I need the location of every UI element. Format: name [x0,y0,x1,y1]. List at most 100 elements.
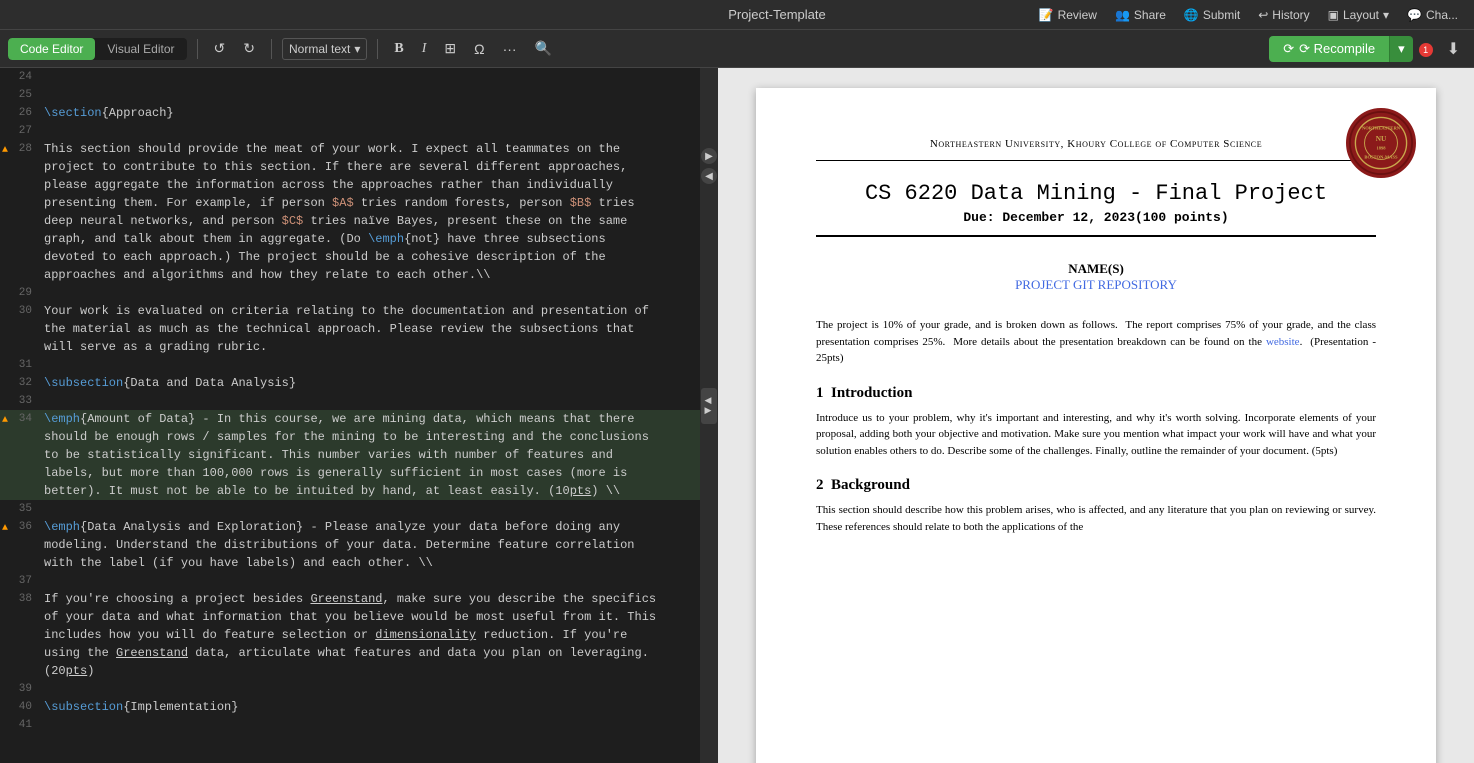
line-content: \subsection{Data and Data Analysis} [40,374,700,392]
text-style-select[interactable]: Normal text ▾ [282,38,367,60]
redo-button[interactable]: ↻ [237,36,261,61]
toolbar-separator-1 [197,39,198,59]
layout-icon: ▣ [1328,8,1339,22]
table-row: 31 [0,356,700,374]
pdf-title: CS 6220 Data Mining - Final Project [816,181,1376,206]
table-row: 27 [0,122,700,140]
table-row: ▲34 \emph{Amount of Data} - In this cour… [0,410,700,500]
expand-right-button[interactable]: ▶ [701,148,717,164]
line-number: 26 [0,104,40,122]
toolbar-separator-2 [271,39,272,59]
recompile-button[interactable]: ⟳ ⟳ Recompile [1269,36,1389,62]
website-link[interactable]: website [1266,336,1300,348]
line-content: \emph{Data Analysis and Exploration} - P… [40,518,700,572]
line-number: ▲36 [0,518,40,536]
pdf-page: NORTHEASTERN BOSTON·MASS NU 1898 Northea… [756,88,1436,763]
layout-button[interactable]: ▣ Layout ▾ [1322,6,1395,24]
editor-divider: ▶ ◀ ◀▶ [700,68,718,763]
line-number: ▲28 [0,140,40,158]
table-row: ▲36 \emph{Data Analysis and Exploration}… [0,518,700,572]
more-button[interactable]: ··· [497,37,523,61]
pdf-section-1-heading: 1 Introduction [816,385,1376,402]
pdf-section-1-text: Introduce us to your problem, why it's i… [816,410,1376,460]
table-row: 24 [0,68,700,86]
preview-pane: NORTHEASTERN BOSTON·MASS NU 1898 Northea… [718,68,1474,763]
line-number: 41 [0,716,40,734]
top-bar: Project-Template 📝 Review 👥 Share 🌐 Subm… [0,0,1474,30]
dropdown-chevron-icon: ▾ [354,42,360,56]
line-number: 25 [0,86,40,104]
svg-text:NORTHEASTERN: NORTHEASTERN [1362,125,1401,130]
pdf-git-repo: PROJECT GIT REPOSITORY [816,277,1376,293]
code-lines: 24 25 26 \section{Approach} 27 ▲28 This … [0,68,700,734]
university-seal: NORTHEASTERN BOSTON·MASS NU 1898 [1346,108,1416,178]
pdf-names-label: NAME(S) [816,261,1376,277]
table-row: ▲28 This section should provide the meat… [0,140,700,284]
table-row: 41 [0,716,700,734]
pdf-divider-1 [816,160,1376,161]
table-row: 30 Your work is evaluated on criteria re… [0,302,700,356]
recompile-dropdown-button[interactable]: ▾ [1389,36,1413,62]
app-title: Project-Template [521,7,1032,22]
italic-button[interactable]: I [416,37,433,61]
svg-text:NU: NU [1376,134,1387,143]
collapse-handle-button[interactable]: ◀▶ [701,388,717,424]
review-button[interactable]: 📝 Review [1033,6,1103,24]
line-content: Your work is evaluated on criteria relat… [40,302,700,356]
table-row: 33 [0,392,700,410]
line-number: 35 [0,500,40,518]
pdf-section-2-text: This section should describe how this pr… [816,502,1376,535]
table-button[interactable]: ⊞ [438,36,462,61]
line-content: This section should provide the meat of … [40,140,700,284]
search-button[interactable]: 🔍 [529,36,558,61]
layout-chevron-icon: ▾ [1383,8,1389,22]
omega-button[interactable]: Ω [468,37,490,61]
notification-button[interactable]: 1 [1413,36,1441,62]
main-area: 24 25 26 \section{Approach} 27 ▲28 This … [0,68,1474,763]
history-button[interactable]: ↩ History [1252,6,1315,24]
table-row: 40 \subsection{Implementation} [0,698,700,716]
table-row: 37 [0,572,700,590]
table-row: 29 [0,284,700,302]
pdf-divider-2 [816,235,1376,237]
table-row: 32 \subsection{Data and Data Analysis} [0,374,700,392]
line-content: \subsection{Implementation} [40,698,700,716]
pdf-university-name: Northeastern University, Khoury College … [816,138,1376,150]
line-content: If you're choosing a project besides Gre… [40,590,700,680]
share-icon: 👥 [1115,8,1130,22]
line-number: 33 [0,392,40,410]
table-row: 35 [0,500,700,518]
bold-button[interactable]: B [388,37,409,61]
history-icon: ↩ [1258,8,1268,22]
line-number: 30 [0,302,40,320]
editor-tab-group: Code Editor Visual Editor [8,38,187,60]
svg-text:1898: 1898 [1376,145,1386,150]
chat-icon: 💬 [1407,8,1422,22]
line-number: 38 [0,590,40,608]
recompile-group: ⟳ ⟳ Recompile ▾ 1 ⬇ [1269,35,1466,63]
table-row: 26 \section{Approach} [0,104,700,122]
line-number: 27 [0,122,40,140]
pdf-due: Due: December 12, 2023(100 points) [816,210,1376,225]
line-content: \section{Approach} [40,104,700,122]
pdf-names-section: NAME(S) PROJECT GIT REPOSITORY [816,261,1376,293]
submit-button[interactable]: 🌐 Submit [1178,6,1246,24]
visual-editor-tab[interactable]: Visual Editor [95,38,186,60]
line-number: 32 [0,374,40,392]
expand-left-button[interactable]: ◀ [701,168,717,184]
recompile-icon: ⟳ [1283,41,1294,57]
review-icon: 📝 [1039,8,1054,22]
undo-button[interactable]: ↺ [208,36,232,61]
table-row: 25 [0,86,700,104]
download-button[interactable]: ⬇ [1441,35,1466,63]
line-number: 39 [0,680,40,698]
code-editor-pane[interactable]: 24 25 26 \section{Approach} 27 ▲28 This … [0,68,700,763]
code-editor-tab[interactable]: Code Editor [8,38,95,60]
line-number: 29 [0,284,40,302]
pdf-section-2-heading: 2 Background [816,477,1376,494]
line-number: 31 [0,356,40,374]
submit-icon: 🌐 [1184,8,1199,22]
toolbar-separator-3 [377,39,378,59]
chat-button[interactable]: 💬 Cha... [1401,6,1464,24]
share-button[interactable]: 👥 Share [1109,6,1172,24]
